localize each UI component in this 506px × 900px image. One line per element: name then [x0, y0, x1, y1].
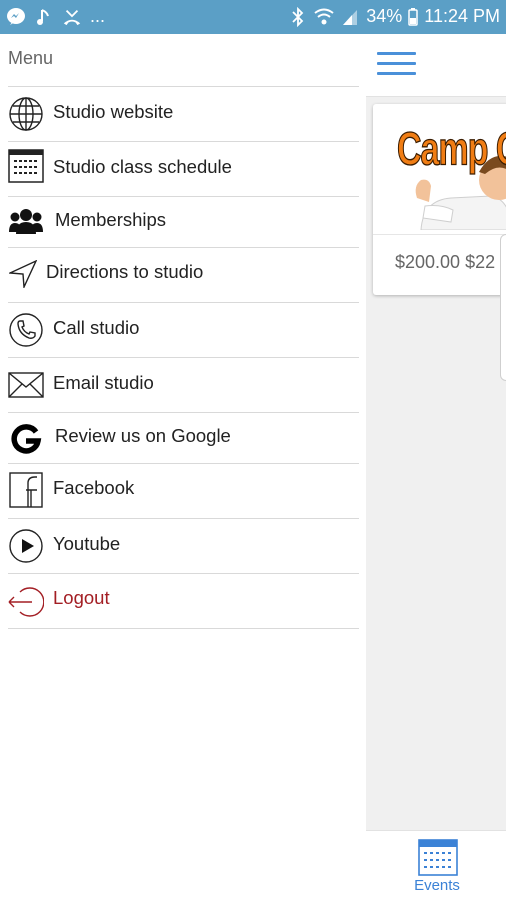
menu-item-logout[interactable]: Logout — [8, 573, 359, 629]
battery-icon — [408, 7, 419, 27]
menu-item-directions[interactable]: Directions to studio — [8, 247, 359, 302]
users-icon — [8, 204, 44, 240]
clock: 11:24 PM — [424, 6, 500, 26]
tab-events-label: Events — [414, 877, 460, 894]
menu-item-label: Studio website — [53, 101, 174, 122]
menu-item-memberships[interactable]: Memberships — [8, 196, 359, 247]
battery-percent: 34% — [366, 6, 403, 26]
envelope-icon — [8, 367, 44, 403]
menu-item-label: Call studio — [53, 317, 140, 338]
menu-item-label: Logout — [53, 587, 110, 608]
event-card[interactable]: Camp Confi $200.00 $22 — [373, 104, 506, 295]
event-image: Camp Confi — [381, 110, 506, 230]
menu-title: Menu — [8, 48, 54, 68]
bottom-navigation: Events — [366, 830, 506, 900]
card-divider — [373, 234, 506, 235]
menu-item-label: Youtube — [53, 533, 121, 554]
calendar-icon — [8, 148, 44, 184]
music-note-icon — [34, 7, 54, 27]
navigation-drawer: Menu Studio website Studio class schedul… — [0, 34, 366, 900]
signal-icon — [340, 7, 360, 27]
menu-item-label: Email studio — [53, 372, 154, 393]
menu-item-label: Review us on Google — [55, 425, 231, 446]
main-content: Camp Confi $200.00 $22 Events — [366, 34, 506, 900]
menu-item-studio-website[interactable]: Studio website — [8, 86, 359, 141]
menu-item-email-studio[interactable]: Email studio — [8, 357, 359, 412]
messenger-icon — [6, 7, 26, 27]
event-price: $200.00 $22 — [395, 252, 496, 272]
calendar-icon — [418, 837, 458, 882]
hamburger-menu-icon[interactable] — [377, 52, 416, 76]
side-panel-edge — [500, 234, 506, 381]
globe-icon — [8, 96, 44, 132]
menu-item-label: Studio class schedule — [53, 156, 232, 177]
bluetooth-icon — [288, 6, 308, 27]
menu-item-youtube[interactable]: Youtube — [8, 518, 359, 573]
menu-item-call-studio[interactable]: Call studio — [8, 302, 359, 357]
navigation-arrow-icon — [8, 256, 38, 292]
status-bar: ... 34% 11:24 PM — [0, 0, 506, 34]
logout-icon — [8, 584, 44, 620]
wifi-icon — [314, 7, 334, 27]
menu-list: Studio website Studio class schedule Mem… — [8, 86, 359, 629]
menu-item-label: Memberships — [55, 209, 167, 230]
menu-item-review-google[interactable]: Review us on Google — [8, 412, 359, 463]
facebook-icon — [8, 472, 44, 508]
menu-item-class-schedule[interactable]: Studio class schedule — [8, 141, 359, 196]
menu-item-label: Facebook — [53, 477, 135, 498]
missed-call-icon — [62, 7, 82, 27]
more-notifications: ... — [90, 6, 106, 26]
menu-item-facebook[interactable]: Facebook — [8, 463, 359, 518]
event-image-title: Camp Confi — [397, 123, 506, 176]
phone-icon — [8, 312, 44, 348]
play-icon — [8, 528, 44, 564]
google-icon — [8, 421, 44, 457]
tab-events[interactable]: Events — [412, 837, 462, 897]
app-bar — [366, 34, 506, 97]
menu-item-label: Directions to studio — [46, 261, 204, 282]
